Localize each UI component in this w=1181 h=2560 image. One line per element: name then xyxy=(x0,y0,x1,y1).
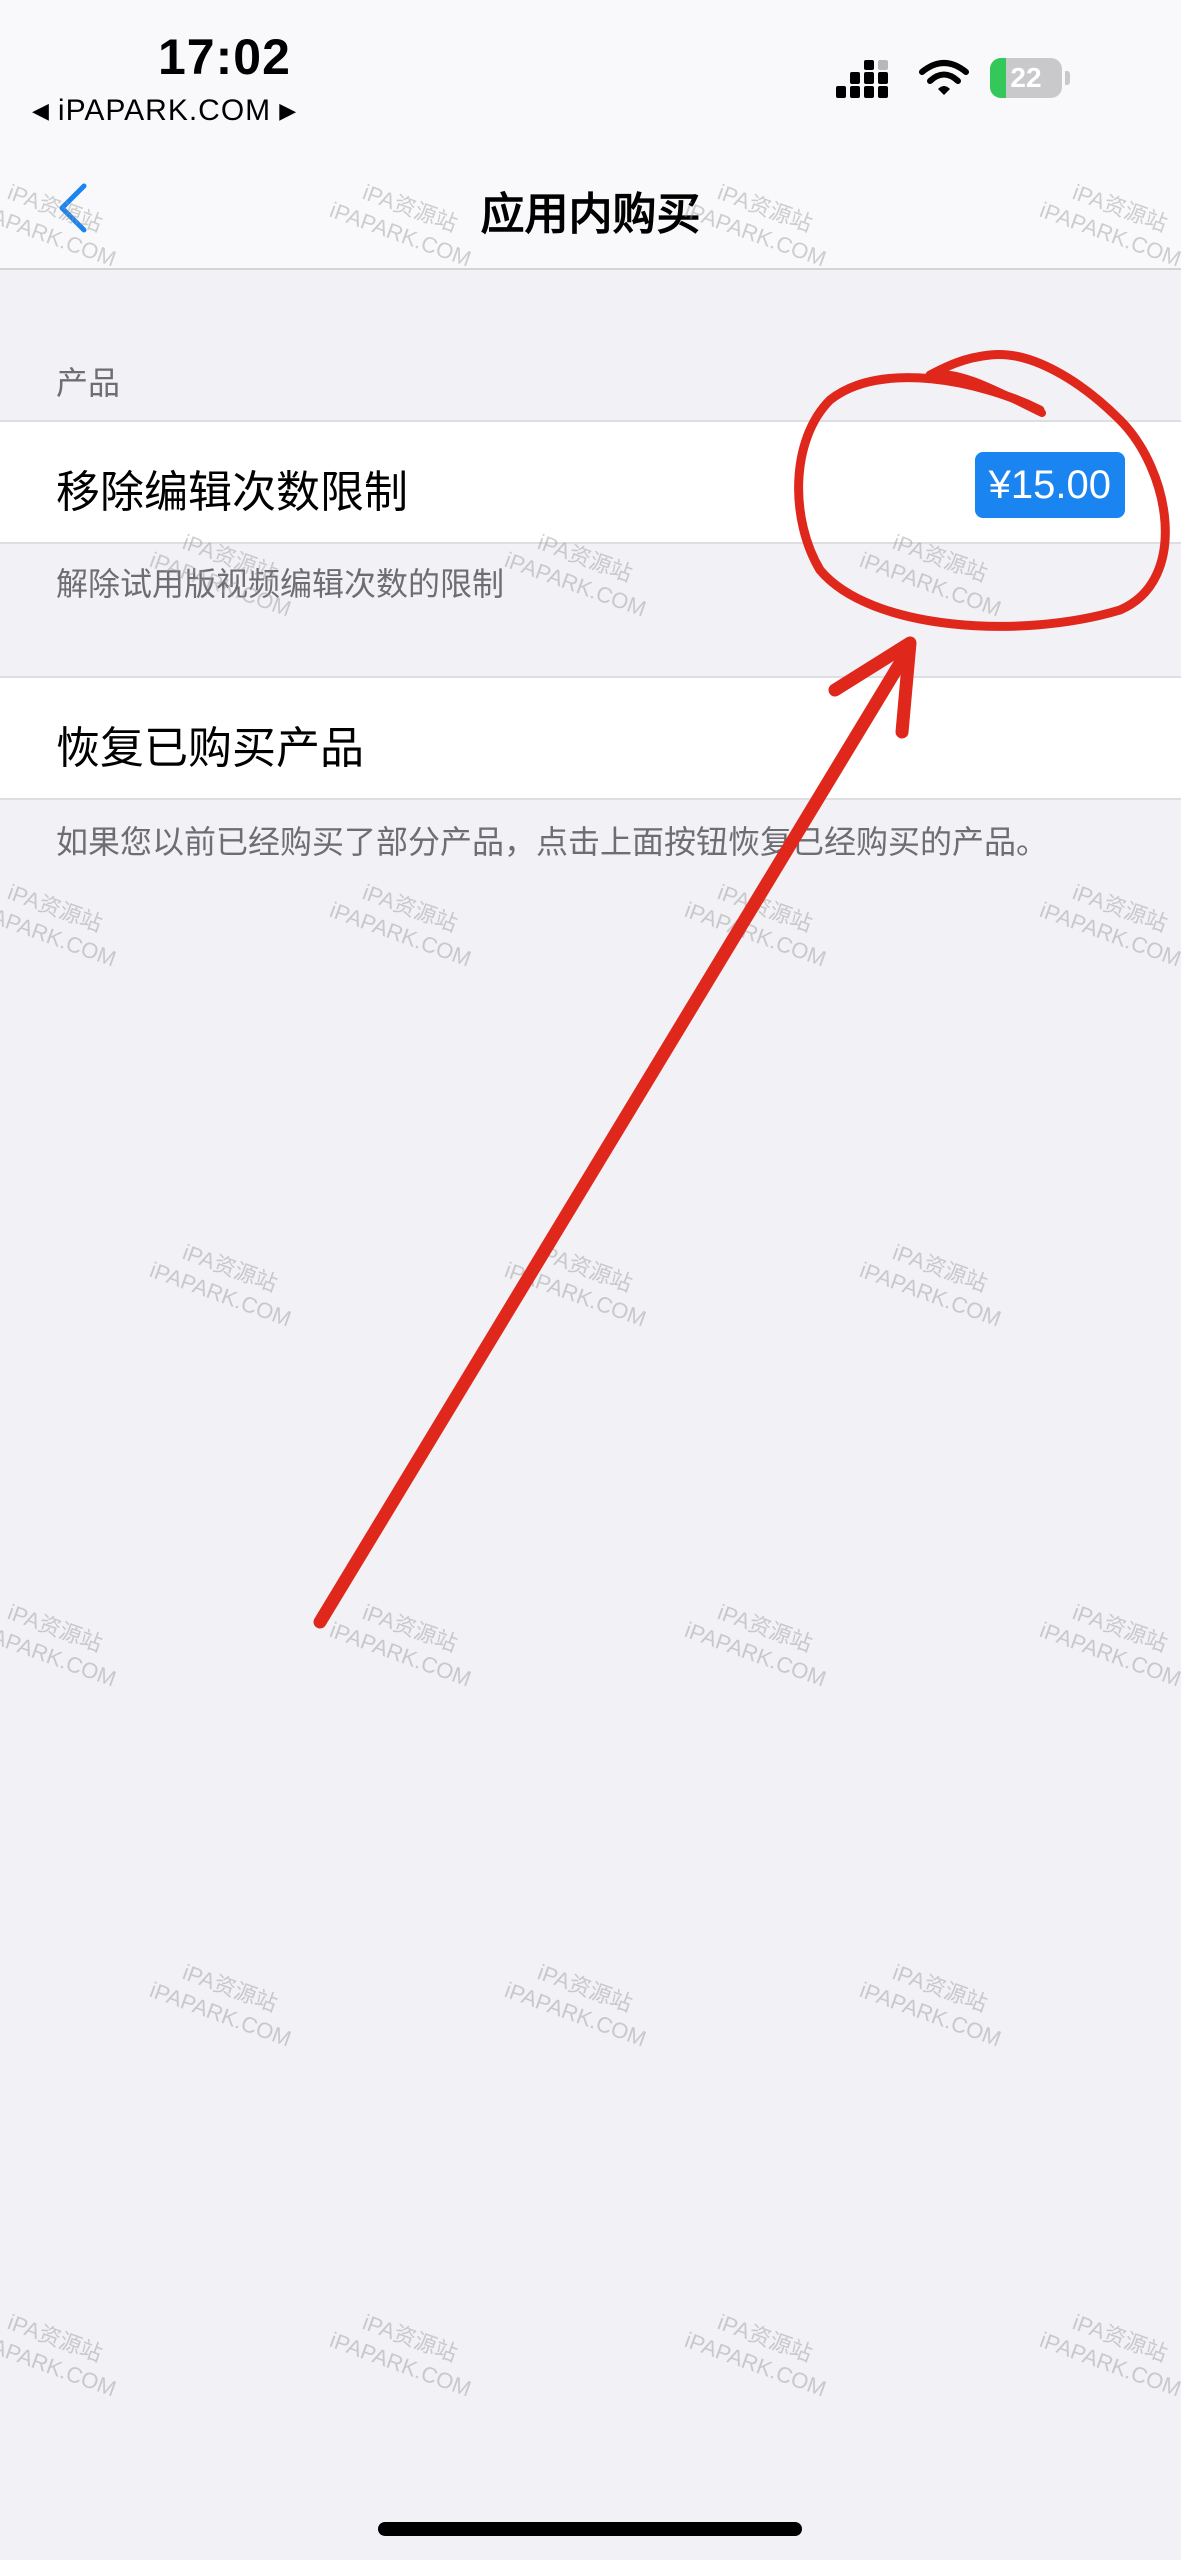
watermark: iPA资源站 iPAPARK.COM xyxy=(856,1959,1005,2052)
watermark: iPA资源站 iPAPARK.COM xyxy=(0,879,120,972)
home-indicator[interactable] xyxy=(378,2522,802,2536)
restore-purchases-label: 恢复已购买产品 xyxy=(56,723,364,774)
price-button[interactable]: ¥15.00 xyxy=(974,452,1125,518)
restore-purchases-row[interactable]: 恢复已购买产品 xyxy=(0,676,1181,800)
product-label: 移除编辑次数限制 xyxy=(56,467,408,518)
forward-triangle-icon: ▶ xyxy=(279,98,298,123)
navigation-bar: 应用内购买 xyxy=(0,150,1181,270)
annotation-arrow-shaft xyxy=(313,648,912,1629)
annotation-overlay xyxy=(313,349,1170,1629)
watermark: iPA资源站 iPAPARK.COM xyxy=(856,1239,1005,1332)
battery-indicator: 22 xyxy=(990,58,1072,98)
product-row-remove-limit: 移除编辑次数限制 ¥15.00 xyxy=(0,420,1181,544)
back-triangle-icon: ◀ xyxy=(32,98,50,123)
battery-level: 22 xyxy=(1010,62,1042,93)
watermark: iPA资源站 iPAPARK.COM xyxy=(501,1239,650,1332)
watermark: iPA资源站 iPAPARK.COM xyxy=(146,1239,295,1332)
restore-section-footer: 如果您以前已经购买了部分产品，点击上面按钮恢复已经购买的产品。 xyxy=(56,823,1049,861)
products-section-header: 产品 xyxy=(56,364,121,402)
watermark: iPA资源站 iPAPARK.COM xyxy=(681,879,830,972)
watermark: iPA资源站 iPAPARK.COM xyxy=(0,1599,120,1692)
watermark: iPA资源站 iPAPARK.COM xyxy=(681,2309,830,2402)
status-bar: 17:02 ◀ iPAPARK.COM ▶ 22 xyxy=(0,0,1181,150)
watermark: iPA资源站 iPAPARK.COM xyxy=(326,879,475,972)
watermark: iPA资源站 iPAPARK.COM xyxy=(1036,2309,1181,2402)
battery-body: 22 xyxy=(990,58,1062,98)
page-title: 应用内购买 xyxy=(480,189,701,240)
watermark: iPA资源站 iPAPARK.COM xyxy=(326,2309,475,2402)
watermark: iPA资源站 iPAPARK.COM xyxy=(0,2309,120,2402)
battery-cap xyxy=(1065,71,1070,85)
back-to-app-link[interactable]: ◀ iPAPARK.COM ▶ xyxy=(32,94,297,128)
wifi-icon xyxy=(919,60,969,95)
annotation-circle-tail xyxy=(926,369,1046,417)
watermark: iPA资源站 iPAPARK.COM xyxy=(681,1599,830,1692)
watermark: iPA资源站 iPAPARK.COM xyxy=(1036,879,1181,972)
watermark: iPA资源站 iPAPARK.COM xyxy=(1036,1599,1181,1692)
products-section-footer: 解除试用版视频编辑次数的限制 xyxy=(56,565,505,603)
cellular-signal-icon xyxy=(836,60,888,98)
watermark: iPA资源站 iPAPARK.COM xyxy=(326,1599,475,1692)
status-time: 17:02 xyxy=(158,29,291,85)
watermark: iPA资源站 iPAPARK.COM xyxy=(146,1959,295,2052)
watermark: iPA资源站 iPAPARK.COM xyxy=(501,1959,650,2052)
back-app-label: iPAPARK.COM xyxy=(57,94,272,127)
